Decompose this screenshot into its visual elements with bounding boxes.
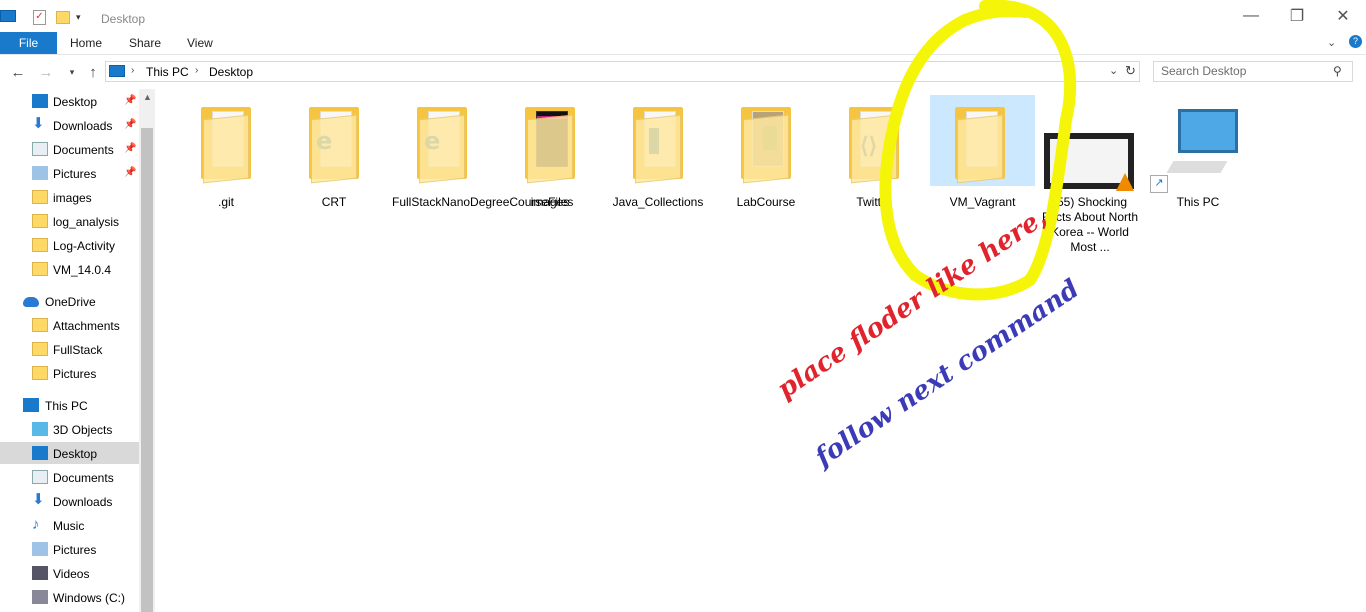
highlight-circle <box>879 0 1077 301</box>
